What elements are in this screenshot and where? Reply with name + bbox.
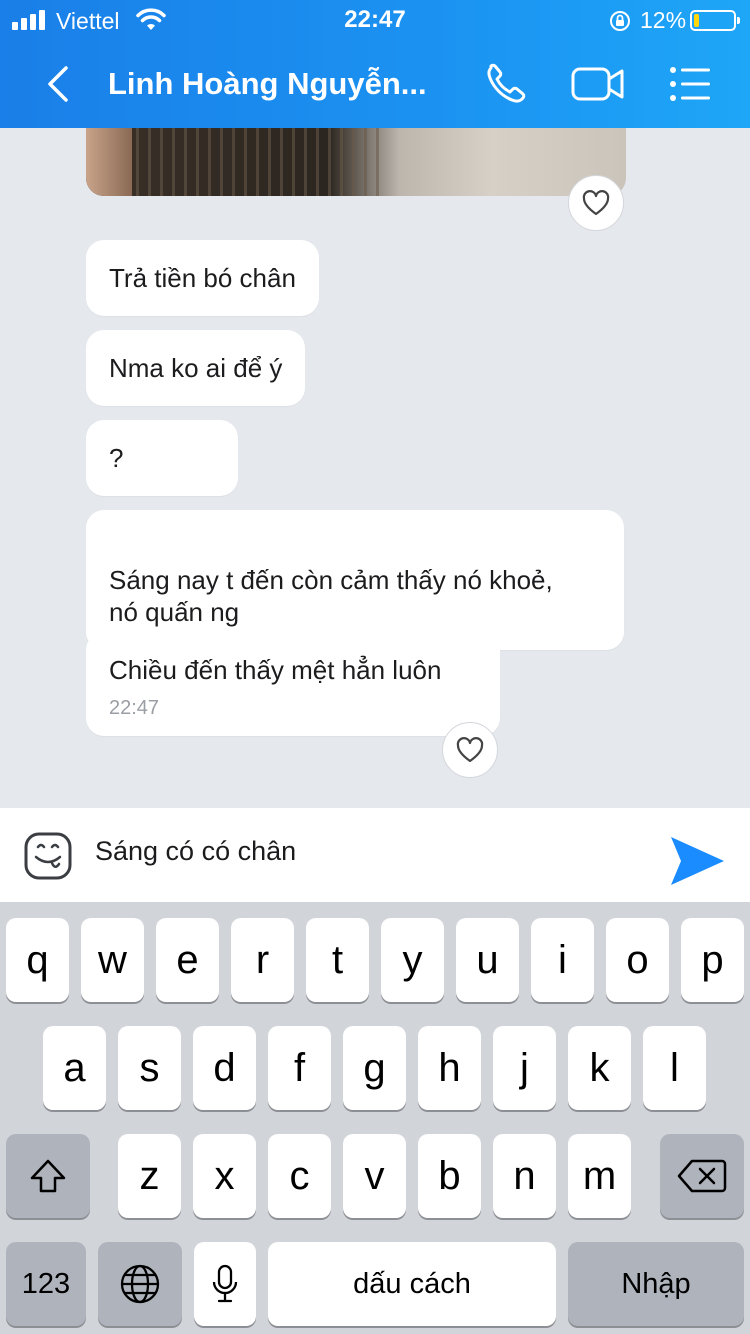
key-o[interactable]: o [606, 918, 669, 1002]
voice-call-button[interactable] [482, 62, 530, 106]
back-chevron-icon [48, 66, 68, 102]
message-composer [0, 808, 750, 902]
key-p[interactable]: p [681, 918, 744, 1002]
key-a[interactable]: a [43, 1026, 106, 1110]
globe-key[interactable] [98, 1242, 182, 1326]
key-n[interactable]: n [493, 1134, 556, 1218]
dictation-key[interactable] [194, 1242, 256, 1326]
key-j[interactable]: j [493, 1026, 556, 1110]
key-x[interactable]: x [193, 1134, 256, 1218]
key-v[interactable]: v [343, 1134, 406, 1218]
sticker-icon [24, 832, 72, 880]
message-bubble[interactable]: Chiều đến thấy mệt hẳn luôn 22:47 [86, 632, 500, 736]
microphone-icon [212, 1264, 238, 1303]
key-y[interactable]: y [381, 918, 444, 1002]
key-g[interactable]: g [343, 1026, 406, 1110]
message-text: Sáng nay t đến còn cảm thấy nó khoẻ, nó … [109, 565, 553, 627]
key-r[interactable]: r [231, 918, 294, 1002]
key-s[interactable]: s [118, 1026, 181, 1110]
key-w[interactable]: w [81, 918, 144, 1002]
key-i[interactable]: i [531, 918, 594, 1002]
message-timestamp: 22:47 [109, 697, 160, 719]
message-text: ? [109, 443, 124, 473]
shift-key[interactable] [6, 1134, 90, 1218]
key-l[interactable]: l [643, 1026, 706, 1110]
key-h[interactable]: h [418, 1026, 481, 1110]
key-f[interactable]: f [268, 1026, 331, 1110]
react-heart-button[interactable] [568, 175, 624, 231]
onscreen-keyboard: qwertyuiop asdfghjkl zxcvbnm 123 dấu các… [0, 902, 750, 1334]
status-bar: Viettel 22:47 12% [0, 0, 750, 40]
shift-icon [30, 1159, 66, 1193]
space-key[interactable]: dấu cách [268, 1242, 556, 1326]
conversation-menu-button[interactable] [666, 62, 714, 106]
chat-header: Viettel 22:47 12% Linh Hoàng Nguyễn... [0, 0, 750, 128]
message-text: Chiều đến thấy mệt hẳn luôn [109, 655, 442, 685]
message-bubble[interactable]: Trả tiền bó chân [86, 240, 319, 316]
message-text: Nma ko ai để ý [109, 353, 283, 383]
battery-percent: 12% [640, 7, 687, 33]
video-call-button[interactable] [570, 62, 626, 106]
send-button[interactable] [668, 834, 726, 888]
key-b[interactable]: b [418, 1134, 481, 1218]
message-bubble[interactable]: Sáng nay t đến còn cảm thấy nó khoẻ, nó … [86, 510, 624, 650]
return-key[interactable]: Nhập [568, 1242, 744, 1326]
menu-list-icon [670, 67, 710, 101]
message-list[interactable]: Trả tiền bó chân Nma ko ai để ý ? Sáng n… [0, 128, 750, 808]
clock: 22:47 [344, 6, 406, 33]
contact-name[interactable]: Linh Hoàng Nguyễn... [108, 66, 427, 102]
message-bubble[interactable]: Nma ko ai để ý [86, 330, 306, 406]
key-q[interactable]: q [6, 918, 69, 1002]
backspace-key[interactable] [660, 1134, 744, 1218]
photo-detail [86, 128, 132, 196]
message-bubble[interactable]: ? [86, 420, 238, 496]
backspace-icon [677, 1159, 727, 1193]
heart-icon [582, 190, 610, 216]
globe-icon [120, 1264, 160, 1304]
photo-message[interactable] [86, 128, 626, 196]
orientation-lock-icon [608, 9, 632, 39]
heart-icon [456, 737, 484, 763]
send-icon [671, 837, 724, 885]
key-t[interactable]: t [306, 918, 369, 1002]
react-heart-button[interactable] [442, 722, 498, 778]
key-z[interactable]: z [118, 1134, 181, 1218]
battery-icon [690, 10, 740, 31]
numbers-key[interactable]: 123 [6, 1242, 86, 1326]
key-e[interactable]: e [156, 918, 219, 1002]
key-m[interactable]: m [568, 1134, 631, 1218]
back-button[interactable] [40, 62, 80, 106]
video-call-icon [571, 67, 624, 101]
sticker-button[interactable] [24, 832, 72, 880]
key-c[interactable]: c [268, 1134, 331, 1218]
key-k[interactable]: k [568, 1026, 631, 1110]
message-text: Trả tiền bó chân [109, 263, 296, 293]
key-d[interactable]: d [193, 1026, 256, 1110]
key-u[interactable]: u [456, 918, 519, 1002]
photo-detail [136, 128, 386, 196]
phone-icon [487, 63, 526, 103]
message-input[interactable] [95, 836, 635, 867]
